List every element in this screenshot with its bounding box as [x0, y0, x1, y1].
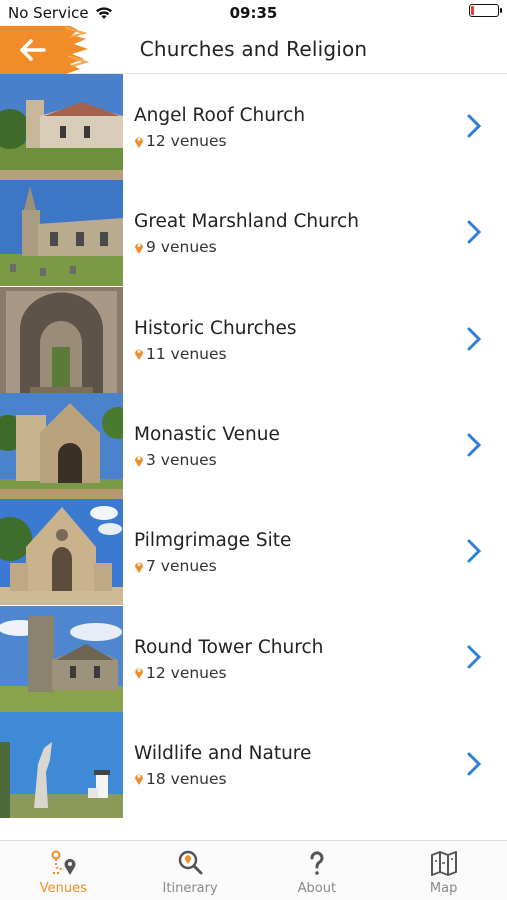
list-item-pilgrimage-site[interactable]: Pilmgrimage Site 7 venues: [0, 499, 507, 606]
venue-count: 3 venues: [134, 451, 507, 469]
venue-count: 11 venues: [134, 345, 507, 363]
venue-count-label: 3 venues: [146, 451, 217, 470]
shrine-thumbnail: [0, 499, 123, 606]
tab-label: Itinerary: [162, 881, 218, 896]
item-text: Angel Roof Church 12 venues: [134, 104, 507, 150]
tab-about[interactable]: About: [254, 841, 381, 900]
header: Churches and Religion: [0, 26, 507, 74]
church-doorway-thumbnail: [0, 286, 123, 393]
chevron-right-icon: [467, 539, 481, 563]
list-item-monastic-venue[interactable]: Monastic Venue 3 venues: [0, 393, 507, 500]
church-thumbnail: [0, 180, 123, 287]
tab-bar: Venues Itinerary About Map: [0, 840, 507, 900]
venue-count-label: 12 venues: [146, 132, 227, 151]
monastery-thumbnail: [0, 393, 123, 500]
tab-label: About: [297, 881, 337, 896]
venue-count-label: 11 venues: [146, 344, 227, 363]
venues-route-icon: [51, 850, 76, 875]
venue-count: 18 venues: [134, 770, 507, 788]
tab-venues[interactable]: Venues: [0, 841, 127, 900]
list-item-wildlife-and-nature[interactable]: Wildlife and Nature 18 venues: [0, 711, 507, 818]
venue-count-label: 12 venues: [146, 663, 227, 682]
venue-count: 12 venues: [134, 132, 507, 150]
item-text: Wildlife and Nature 18 venues: [134, 742, 507, 788]
location-pin-icon: [135, 774, 143, 786]
itinerary-search-icon: [178, 850, 203, 875]
venue-count-label: 18 venues: [146, 769, 227, 788]
location-pin-icon: [135, 456, 143, 467]
list-item-round-tower-church[interactable]: Round Tower Church 12 venues: [0, 605, 507, 712]
venue-count: 12 venues: [134, 664, 507, 682]
item-text: Great Marshland Church 9 venues: [134, 210, 507, 256]
item-text: Historic Churches 11 venues: [134, 317, 507, 363]
item-title: Great Marshland Church: [134, 211, 359, 233]
status-bar: No Service 09:35: [0, 0, 507, 26]
venue-count-label: 7 venues: [146, 557, 217, 576]
venue-count: 7 venues: [134, 557, 507, 575]
question-mark-icon: [310, 851, 324, 875]
chevron-right-icon: [467, 645, 481, 669]
list-item-great-marshland-church[interactable]: Great Marshland Church 9 venues: [0, 180, 507, 287]
lighthouse-thumbnail: [0, 711, 123, 818]
item-title: Pilmgrimage Site: [134, 530, 292, 552]
item-text: Monastic Venue 3 venues: [134, 423, 507, 469]
map-icon: [430, 851, 457, 876]
church-thumbnail: [0, 74, 123, 181]
battery-icon: [469, 4, 502, 17]
page-title: Churches and Religion: [139, 37, 368, 61]
location-pin-icon: [135, 349, 143, 361]
list-item-historic-churches[interactable]: Historic Churches 11 venues: [0, 286, 507, 393]
tab-itinerary[interactable]: Itinerary: [127, 841, 254, 900]
chevron-right-icon: [467, 327, 481, 351]
chevron-right-icon: [467, 433, 481, 457]
item-text: Round Tower Church 12 venues: [134, 636, 507, 682]
location-pin-icon: [135, 243, 143, 254]
status-time: 09:35: [229, 4, 278, 22]
location-pin-icon: [135, 562, 143, 573]
tab-map[interactable]: Map: [380, 841, 507, 900]
item-title: Wildlife and Nature: [134, 742, 312, 764]
status-right: [449, 4, 502, 17]
chevron-right-icon: [467, 114, 481, 138]
location-pin-icon: [135, 137, 143, 148]
venue-count-label: 9 venues: [146, 238, 217, 257]
list-item-angel-roof-church[interactable]: Angel Roof Church 12 venues: [0, 74, 507, 181]
item-title: Monastic Venue: [134, 424, 280, 446]
moon-icon: [450, 5, 458, 16]
item-text: Pilmgrimage Site 7 venues: [134, 529, 507, 575]
tab-label: Map: [429, 881, 458, 896]
item-title: Angel Roof Church: [134, 105, 306, 127]
round-tower-thumbnail: [0, 605, 123, 712]
item-title: Historic Churches: [134, 317, 297, 339]
chevron-right-icon: [467, 220, 481, 244]
battery-level: [471, 6, 474, 15]
category-list: Angel Roof Church 12 venues Great Marshl…: [0, 74, 507, 818]
chevron-right-icon: [467, 752, 481, 776]
location-pin-icon: [135, 668, 143, 680]
venue-count: 9 venues: [134, 238, 507, 256]
item-title: Round Tower Church: [134, 636, 324, 658]
tab-label: Venues: [39, 881, 87, 896]
